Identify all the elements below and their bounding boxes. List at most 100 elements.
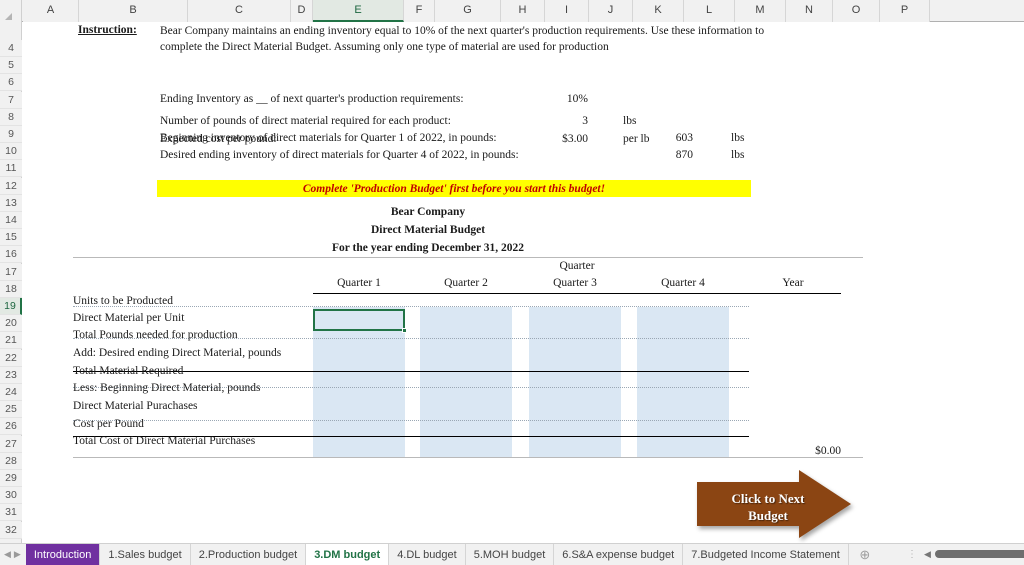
column-header-i[interactable]: I	[545, 0, 589, 22]
row-header-23[interactable]: 23	[0, 366, 22, 384]
column-header-m[interactable]: M	[735, 0, 786, 22]
column-header-l[interactable]: L	[684, 0, 735, 22]
assumption-label-2: Number of pounds of direct material requ…	[160, 115, 451, 127]
row-header-32[interactable]: 32	[0, 521, 22, 539]
sheet-tab-1-sales-budget[interactable]: 1.Sales budget	[100, 543, 191, 565]
sheet-tab-4-dl-budget[interactable]: 4.DL budget	[389, 543, 466, 565]
sheet-tab-7-budgeted-income-statement[interactable]: 7.Budgeted Income Statement	[683, 543, 849, 565]
row-header-24[interactable]: 24	[0, 384, 22, 401]
column-header-d[interactable]: D	[291, 0, 313, 22]
row-header-15[interactable]: 15	[0, 229, 22, 247]
row-header-11[interactable]: 11	[0, 160, 22, 178]
row-header-28[interactable]: 28	[0, 452, 22, 470]
scroll-menu-dots-icon[interactable]: ⋮	[904, 549, 920, 560]
inventory-unit-1: lbs	[731, 132, 745, 144]
line-item-label-7: Direct Material Purachases	[73, 400, 198, 412]
row-header-4[interactable]: 4	[0, 40, 22, 57]
row-header-26[interactable]: 26	[0, 418, 22, 436]
scrollbar-track[interactable]	[934, 550, 1024, 558]
column-header-o[interactable]: O	[833, 0, 880, 22]
column-header-j[interactable]: J	[589, 0, 633, 22]
row-header-7[interactable]: 7	[0, 91, 22, 109]
column-header-f[interactable]: F	[404, 0, 435, 22]
row-header-5[interactable]: 5	[0, 57, 22, 75]
row-header-29[interactable]: 29	[0, 470, 22, 487]
select-all-triangle-icon	[5, 13, 12, 20]
inventory-value-2: 870	[675, 149, 693, 161]
row-header-30[interactable]: 30	[0, 487, 22, 505]
row-header-18[interactable]: 18	[0, 280, 22, 298]
row-header-25[interactable]: 25	[0, 401, 22, 419]
row-header-9[interactable]: 9	[0, 126, 22, 143]
sheet-tab-introduction[interactable]: Introduction	[25, 543, 101, 565]
table-column-header-4: Quarter 4	[661, 277, 705, 289]
row-header-12[interactable]: 12	[0, 177, 22, 195]
selected-cell-e19[interactable]	[313, 309, 405, 331]
assumption-value-2: 3	[582, 115, 588, 127]
row-header-10[interactable]: 10	[0, 143, 22, 161]
select-all-corner[interactable]	[0, 0, 22, 22]
table-column-header-5: Year	[782, 277, 804, 289]
sheet-tab-bar: ◀ ▶ Introduction 1.Sales budget 2.Producti…	[0, 543, 1024, 565]
instruction-line-1: Bear Company maintains an ending invento…	[160, 25, 765, 37]
row-header-19[interactable]: 19	[0, 298, 22, 315]
row-header-14[interactable]: 14	[0, 212, 22, 229]
add-sheet-button[interactable]: ⊕	[855, 544, 875, 565]
sheet-tab-2-production-budget[interactable]: 2.Production budget	[191, 543, 307, 565]
row-header-13[interactable]: 13	[0, 194, 22, 212]
scroll-left-arrow-icon[interactable]: ◀	[920, 549, 935, 560]
row-header-6[interactable]: 6	[0, 74, 22, 92]
right-arrow-shape-icon	[697, 470, 851, 538]
input-column-q4[interactable]	[637, 307, 729, 457]
table-column-header-1: Quarter 1	[337, 277, 381, 289]
first-sheet-arrow-icon[interactable]: ◀	[4, 549, 11, 560]
sheet-canvas[interactable]: Complete 'Production Budget' first befor…	[23, 23, 1024, 543]
column-header-c[interactable]: C	[188, 0, 291, 22]
inventory-unit-2: lbs	[731, 149, 745, 161]
next-budget-callout[interactable]: Click to Next Budget	[695, 468, 855, 543]
column-header-underline	[313, 293, 841, 294]
row-header-16[interactable]: 16	[0, 246, 22, 264]
column-header-h[interactable]: H	[501, 0, 545, 22]
title-budget: Direct Material Budget	[370, 224, 486, 236]
column-header-p[interactable]: P	[880, 0, 930, 22]
sheet-tab-5-moh-budget[interactable]: 5.MOH budget	[466, 543, 555, 565]
horizontal-scrollbar[interactable]: ⋮ ◀	[904, 543, 1024, 565]
row-header-27[interactable]: 27	[0, 435, 22, 453]
row-header-20[interactable]: 20	[0, 315, 22, 333]
table-column-header-3: Quarter 3	[553, 277, 597, 289]
input-column-q3[interactable]	[529, 307, 621, 457]
sheet-tab-3-dm-budget[interactable]: 3.DM budget	[306, 543, 390, 565]
column-header-a[interactable]: A	[23, 0, 79, 22]
line-item-label-5: Total Material Required	[73, 365, 184, 377]
inventory-label-2: Desired ending inventory of direct mater…	[160, 149, 519, 161]
assumption-label-1: Ending Inventory as __ of next quarter's…	[160, 93, 464, 105]
column-header-k[interactable]: K	[633, 0, 684, 22]
line-item-label-1: Units to be Producted	[73, 295, 173, 307]
row-header-17[interactable]: 17	[0, 263, 22, 281]
next-sheet-arrow-icon[interactable]: ▶	[14, 549, 21, 560]
assumption-value-1: 10%	[566, 93, 588, 105]
warning-banner: Complete 'Production Budget' first befor…	[157, 180, 751, 197]
input-column-q2[interactable]	[420, 307, 512, 457]
row-header-31[interactable]: 31	[0, 504, 22, 522]
row-header-22[interactable]: 22	[0, 349, 22, 367]
column-header-n[interactable]: N	[786, 0, 833, 22]
row-header-21[interactable]: 21	[0, 332, 22, 350]
sheet-nav-arrows[interactable]: ◀ ▶	[0, 549, 26, 560]
column-header-strip: ABCDEFGHIJKLMNOP	[0, 0, 1024, 22]
line-item-label-6: Less: Beginning Direct Material, pounds	[73, 382, 261, 394]
assumption-unit-2: lbs	[623, 115, 637, 127]
column-header-e[interactable]: E	[313, 0, 404, 22]
column-header-g[interactable]: G	[435, 0, 501, 22]
scrollbar-thumb[interactable]	[934, 550, 1024, 558]
row-header-8[interactable]: 8	[0, 108, 22, 126]
row-separator-24	[73, 420, 749, 421]
column-header-b[interactable]: B	[79, 0, 188, 22]
line-item-label-9: Total Cost of Direct Material Purchases	[73, 435, 256, 447]
sheet-tab-6-s-a-expense-budget[interactable]: 6.S&A expense budget	[554, 543, 684, 565]
fill-handle[interactable]	[402, 328, 407, 333]
inventory-label-1: Beginning inventory of direct materials …	[160, 132, 497, 144]
line-item-label-4: Add: Desired ending Direct Material, pou…	[73, 347, 282, 359]
title-block-rule	[73, 257, 863, 258]
